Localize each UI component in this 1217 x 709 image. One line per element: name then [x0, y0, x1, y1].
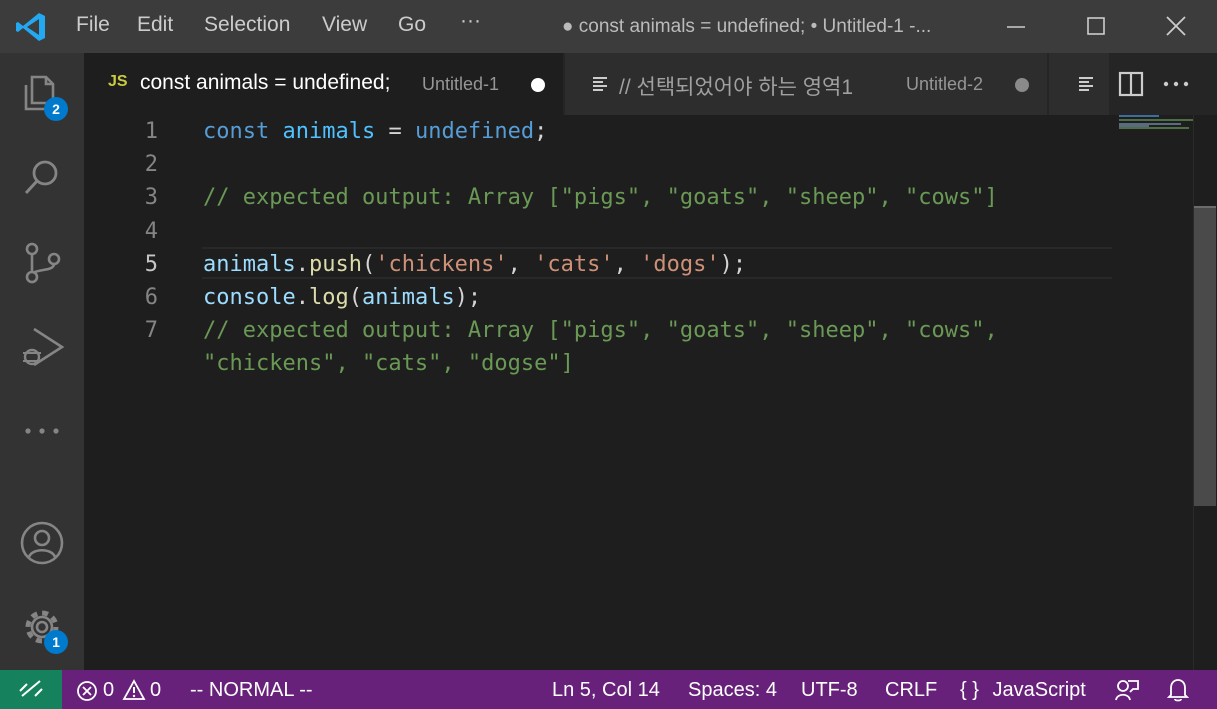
code-token: "chickens", "cats", "dogse"]: [203, 351, 574, 376]
menu-selection[interactable]: Selection: [204, 13, 290, 37]
code-token: ,: [613, 252, 641, 277]
remote-indicator[interactable]: [0, 670, 62, 709]
tab-bar: JS const animals = undefined; Untitled-1…: [84, 53, 1217, 115]
more-actions-icon[interactable]: [1160, 68, 1192, 100]
text-file-icon: [1079, 77, 1093, 91]
line-ending[interactable]: CRLF: [885, 679, 937, 702]
tab-description: Untitled-2: [906, 74, 984, 94]
indentation[interactable]: Spaces: 4: [688, 679, 777, 702]
menu-edit[interactable]: Edit: [137, 13, 173, 37]
search-icon[interactable]: [18, 153, 66, 201]
code-token: // expected output: Array ["pigs", "goat…: [203, 318, 998, 343]
javascript-file-icon: JS: [108, 73, 128, 90]
vim-mode: -- NORMAL --: [190, 679, 313, 701]
code-line[interactable]: // expected output: Array ["pigs", "goat…: [203, 185, 998, 210]
notifications-bell-icon[interactable]: [1166, 677, 1190, 703]
run-debug-icon[interactable]: [18, 323, 66, 371]
tab-title: const animals = undefined;: [140, 71, 391, 94]
tab-untitled-1[interactable]: JS const animals = undefined; Untitled-1: [84, 53, 563, 115]
code-line[interactable]: // expected output: Array ["pigs", "goat…: [203, 318, 998, 343]
code-line[interactable]: animals.push('chickens', 'cats', 'dogs')…: [203, 252, 746, 277]
error-icon: [77, 681, 97, 701]
scrollbar-thumb[interactable]: [1194, 208, 1216, 506]
code-token: animals: [203, 252, 296, 277]
feedback-icon[interactable]: [1114, 678, 1140, 702]
line-number: 4: [144, 219, 158, 244]
code-token: animals: [361, 285, 455, 310]
line-number: 1: [144, 119, 158, 144]
close-icon[interactable]: [1156, 8, 1196, 46]
maximize-icon[interactable]: [1076, 8, 1116, 46]
cursor-position[interactable]: Ln 5, Col 14: [552, 679, 660, 702]
menu-more[interactable]: ···: [460, 9, 481, 33]
code-token: .: [295, 285, 309, 310]
more-views-icon[interactable]: [18, 407, 66, 455]
encoding[interactable]: UTF-8: [801, 679, 858, 702]
code-token: );: [454, 285, 482, 310]
window-title: ● const animals = undefined; • Untitled-…: [562, 16, 932, 37]
menu-view[interactable]: View: [322, 13, 367, 37]
accounts-icon[interactable]: [18, 519, 66, 567]
minimize-icon[interactable]: [996, 8, 1036, 46]
line-number: 2: [144, 152, 158, 177]
title-bar: File Edit Selection View Go ··· ● const …: [0, 0, 1217, 53]
line-number: 7: [144, 318, 158, 343]
code-token: =: [375, 119, 415, 144]
code-token: .: [295, 252, 309, 277]
vscode-logo-icon: [16, 13, 45, 41]
code-token: const: [203, 119, 270, 144]
code-line[interactable]: const animals = undefined;: [203, 119, 547, 144]
code-token: console: [203, 285, 296, 310]
editor[interactable]: 1 2 3 4 5 6 7 const animals = undefined;…: [84, 115, 1193, 670]
text-file-icon: [593, 77, 607, 91]
line-number: 5: [144, 252, 158, 277]
unsaved-dot-icon[interactable]: [531, 78, 545, 92]
menu-file[interactable]: File: [76, 13, 110, 37]
language-mode[interactable]: { } JavaScript: [960, 679, 1086, 702]
code-token: // expected output: Array ["pigs", "goat…: [203, 185, 998, 210]
unsaved-dot-icon[interactable]: [1015, 78, 1029, 92]
code-token: (: [348, 285, 362, 310]
code-token: ,: [507, 252, 535, 277]
split-editor-icon[interactable]: [1115, 68, 1147, 100]
warning-icon: [122, 679, 146, 700]
code-area[interactable]: 1 2 3 4 5 6 7 const animals = undefined;…: [84, 115, 1193, 670]
tab-title: // 선택되었어야 하는 영역1: [619, 76, 854, 99]
error-count: 0: [103, 679, 115, 701]
code-token: 'dogs': [640, 252, 720, 277]
code-token: push: [308, 252, 362, 277]
tab-overflow[interactable]: [1049, 53, 1109, 115]
activity-bar: 2 1: [0, 53, 84, 670]
tab-description: Untitled-1: [422, 74, 500, 94]
code-token: undefined: [414, 119, 535, 144]
code-line[interactable]: "chickens", "cats", "dogse"]: [203, 351, 574, 376]
code-token: );: [719, 252, 747, 277]
language-label: JavaScript: [992, 679, 1086, 701]
code-token: animals: [282, 119, 376, 144]
code-token: 'chickens': [375, 252, 508, 277]
settings-badge: 1: [44, 630, 68, 654]
minimap[interactable]: [1111, 115, 1193, 670]
status-bar: 0 0 -- NORMAL -- Ln 5, Col 14 Spaces: 4 …: [0, 670, 1217, 709]
line-number: 6: [144, 285, 158, 310]
line-number: 3: [144, 185, 158, 210]
warning-count: 0: [150, 679, 162, 701]
code-token: 'cats': [534, 252, 614, 277]
code-token: (: [361, 252, 376, 277]
tab-untitled-2[interactable]: // 선택되었어야 하는 영역1 Untitled-2: [565, 53, 1047, 115]
menu-go[interactable]: Go: [398, 13, 426, 37]
code-token: ;: [534, 119, 548, 144]
explorer-badge: 2: [44, 97, 68, 121]
braces-icon: { }: [960, 679, 979, 701]
code-token: log: [308, 285, 349, 310]
source-control-icon[interactable]: [18, 239, 66, 287]
remote-icon: [19, 680, 43, 697]
code-line[interactable]: console.log(animals);: [203, 285, 481, 310]
